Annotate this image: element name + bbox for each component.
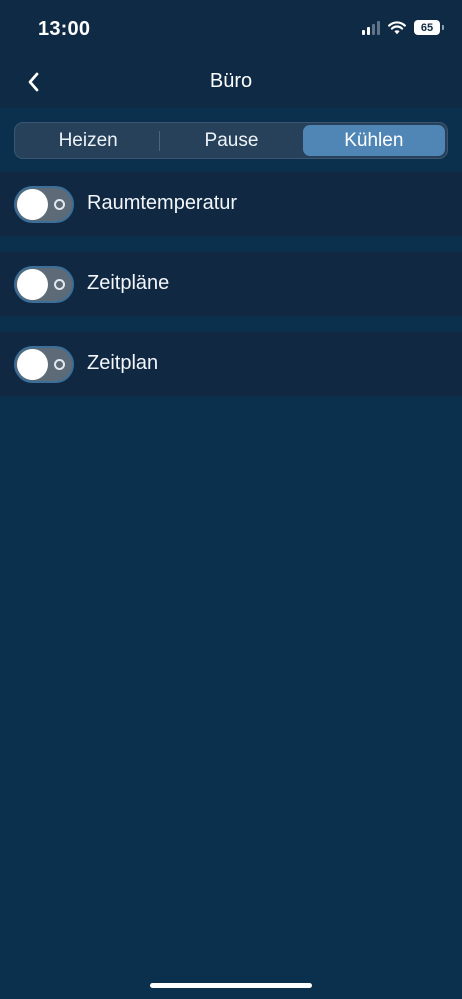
- toggle-knob: [17, 349, 48, 380]
- setting-label: Zeitplan: [87, 352, 159, 374]
- raumtemperatur-toggle[interactable]: [14, 186, 74, 223]
- segment-pause[interactable]: Pause: [160, 125, 302, 156]
- status-icons: 65: [362, 20, 444, 35]
- setting-row-raumtemperatur: Raumtemperatur: [0, 172, 462, 236]
- mode-segmented-control: Heizen Pause Kühlen: [14, 122, 448, 159]
- segment-heizen[interactable]: Heizen: [17, 125, 159, 156]
- toggle-knob: [17, 269, 48, 300]
- toggle-off-icon: [54, 359, 65, 370]
- segment-kuehlen[interactable]: Kühlen: [302, 125, 445, 156]
- setting-row-zeitplaene: Zeitpläne: [0, 252, 462, 316]
- toggle-off-icon: [54, 199, 65, 210]
- page-title: Büro: [209, 70, 253, 92]
- status-time: 13:00: [38, 18, 91, 40]
- wifi-icon: [388, 20, 406, 34]
- zeitplan-toggle[interactable]: [14, 346, 74, 383]
- mode-section: Heizen Pause Kühlen: [0, 108, 462, 172]
- home-indicator[interactable]: [150, 983, 312, 988]
- battery-level: 65: [420, 21, 434, 34]
- battery-icon: 65: [414, 20, 444, 35]
- status-bar: 13:00 65: [0, 0, 462, 58]
- setting-label: Zeitpläne: [87, 272, 170, 294]
- setting-label: Raumtemperatur: [87, 192, 238, 214]
- setting-row-zeitplan: Zeitplan: [0, 332, 462, 396]
- toggle-off-icon: [54, 279, 65, 290]
- navigation-bar: Büro: [0, 58, 462, 108]
- toggle-knob: [17, 189, 48, 220]
- cellular-signal-icon: [362, 20, 380, 35]
- zeitplaene-toggle[interactable]: [14, 266, 74, 303]
